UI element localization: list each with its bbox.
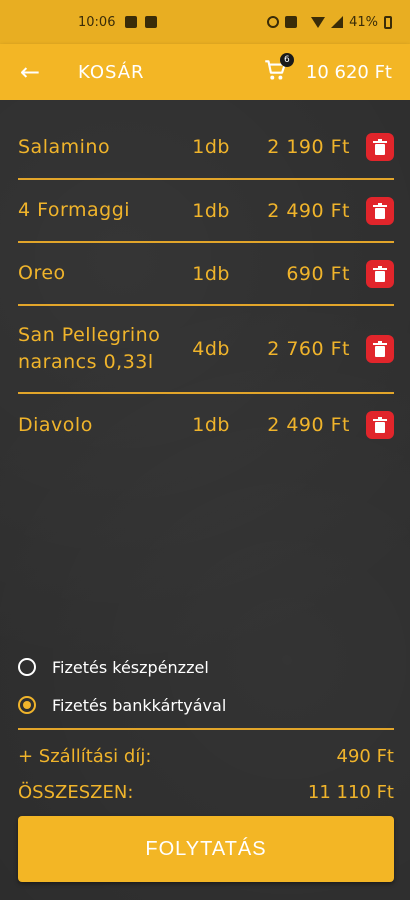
continue-button[interactable]: FOLYTATÁS — [18, 816, 394, 882]
item-name: Salamino — [18, 135, 111, 158]
payment-options: Fizetés készpénzzel Fizetés bankkártyáva… — [18, 648, 394, 724]
signal-icon — [331, 16, 344, 28]
app-bar: ← KOSÁR 6 10 620 Ft — [0, 44, 410, 100]
status-time: 10:06 — [78, 14, 116, 30]
item-name: San Pellegrino narancs 0,33l — [18, 324, 161, 373]
arrow-left-icon: ← — [19, 58, 41, 86]
trash-icon — [373, 139, 387, 155]
wifi-icon — [311, 16, 326, 28]
cart-count-badge: 6 — [279, 53, 294, 67]
cart-item: Salamino 1db 2 190 Ft — [18, 116, 394, 180]
payment-option-cash[interactable]: Fizetés készpénzzel — [18, 648, 394, 686]
delete-item-button[interactable] — [366, 259, 394, 288]
vibrate-icon — [285, 16, 298, 28]
item-name: 4 Formaggi — [18, 199, 131, 221]
page-title: KOSÁR — [78, 61, 145, 83]
cart-items-list: Salamino 1db 2 190 Ft 4 Formaggi 1db 2 4… — [18, 116, 394, 456]
item-price: 2 490 Ft — [267, 414, 350, 436]
trash-icon — [373, 417, 387, 433]
item-quantity: 4db — [192, 338, 230, 360]
back-button[interactable]: ← — [0, 44, 60, 100]
grand-total-label: ÖSSZESZEN: — [18, 781, 134, 803]
battery-icon — [384, 15, 392, 29]
item-price: 2 490 Ft — [267, 199, 350, 222]
alarm-icon — [267, 16, 280, 28]
cart-item: San Pellegrino narancs 0,33l 4db 2 760 F… — [18, 306, 394, 394]
gallery-icon — [145, 16, 158, 28]
notification-icon — [125, 16, 138, 28]
item-price: 2 760 Ft — [267, 338, 350, 360]
item-quantity: 1db — [192, 414, 230, 436]
item-price: 690 Ft — [286, 262, 350, 285]
item-quantity: 1db — [192, 199, 230, 222]
item-quantity: 1db — [192, 136, 230, 158]
cart-button[interactable]: 6 — [262, 53, 294, 87]
delete-item-button[interactable] — [366, 411, 394, 439]
delivery-fee-value: 490 Ft — [336, 745, 395, 767]
delete-item-button[interactable] — [366, 196, 394, 225]
item-name: Oreo — [18, 262, 66, 284]
trash-icon — [373, 202, 387, 219]
cart-content: Salamino 1db 2 190 Ft 4 Formaggi 1db 2 4… — [0, 100, 410, 900]
status-bar: 10:06 41% — [0, 0, 410, 44]
card-radio[interactable] — [18, 696, 36, 714]
trash-icon — [373, 341, 387, 357]
cart-item: 4 Formaggi 1db 2 490 Ft — [18, 180, 394, 243]
delete-item-button[interactable] — [366, 335, 394, 363]
status-icons: 41% — [267, 15, 392, 30]
trash-icon — [373, 265, 387, 282]
order-summary: + Szállítási díj: 490 Ft ÖSSZESZEN: 11 1… — [18, 728, 394, 810]
grand-total-row: ÖSSZESZEN: 11 110 Ft — [18, 774, 394, 810]
cart-item: Oreo 1db 690 Ft — [18, 243, 394, 306]
item-quantity: 1db — [192, 262, 230, 285]
delete-item-button[interactable] — [366, 133, 394, 161]
battery-percent: 41% — [349, 14, 378, 30]
delivery-fee-row: + Szállítási díj: 490 Ft — [18, 738, 394, 774]
card-label: Fizetés bankkártyával — [52, 695, 227, 715]
item-name: Diavolo — [18, 413, 93, 436]
delivery-fee-label: + Szállítási díj: — [18, 745, 152, 767]
grand-total-value: 11 110 Ft — [307, 781, 394, 803]
cart-total: 10 620 Ft — [305, 61, 392, 83]
cash-label: Fizetés készpénzzel — [52, 657, 209, 677]
payment-option-card[interactable]: Fizetés bankkártyával — [18, 686, 394, 724]
cash-radio[interactable] — [18, 658, 36, 676]
cart-item: Diavolo 1db 2 490 Ft — [18, 394, 394, 456]
item-price: 2 190 Ft — [267, 136, 350, 158]
